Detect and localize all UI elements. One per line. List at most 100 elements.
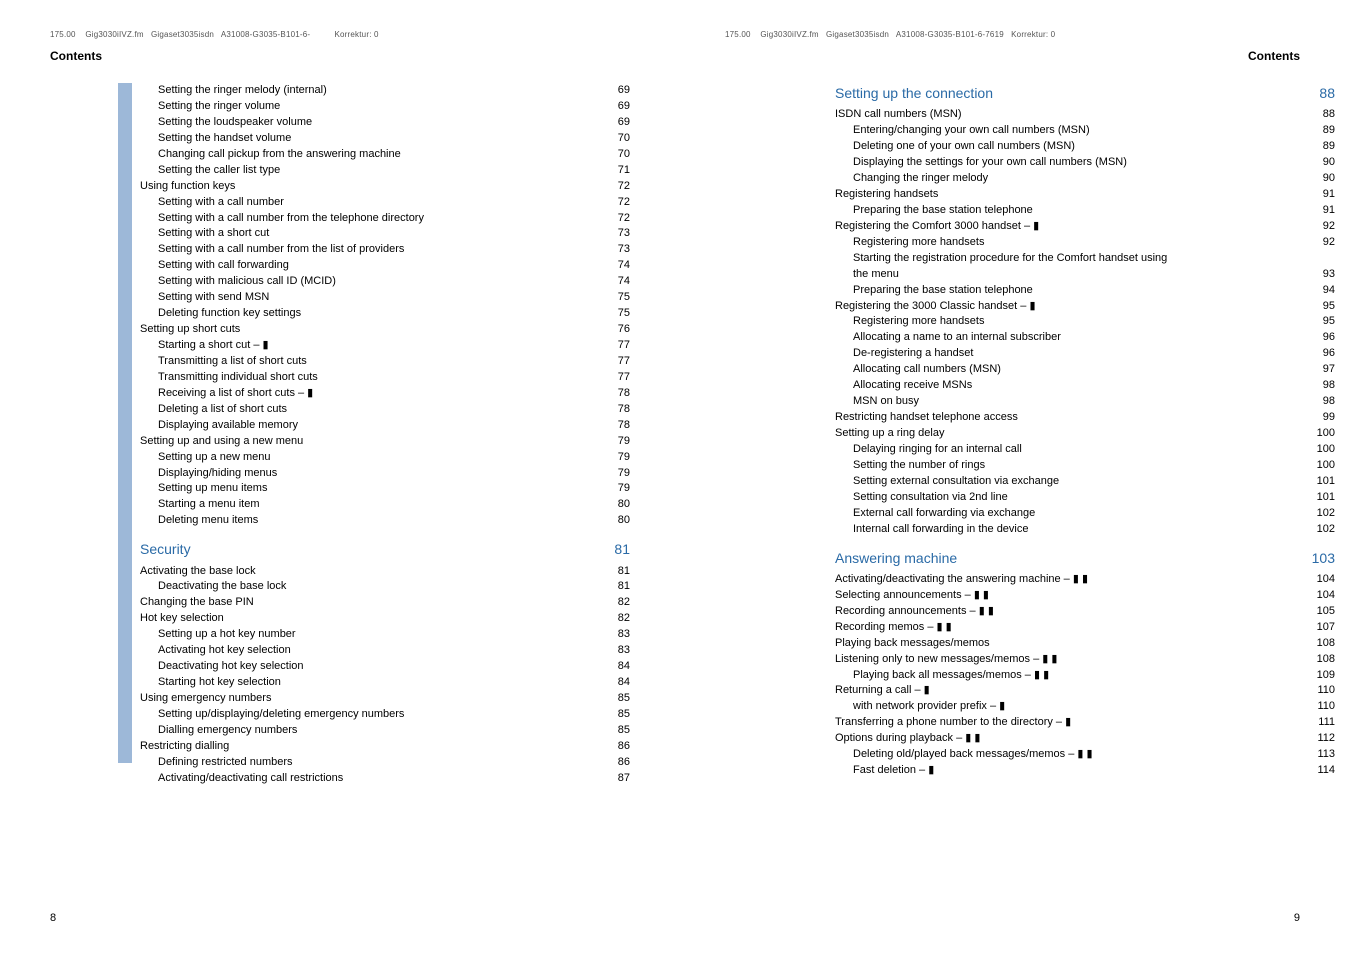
toc-page: 95 [1311, 314, 1335, 330]
toc-label: Deleting function key settings [158, 306, 301, 322]
toc-page: 94 [1311, 283, 1335, 299]
toc-entry: Activating/deactivating the answering ma… [835, 572, 1335, 588]
toc-label: Setting with a short cut [158, 226, 269, 242]
toc-page: 90 [1311, 171, 1335, 187]
toc-label: Setting with a call number [158, 195, 284, 211]
toc-label: Receiving a list of short cuts – ▮ [158, 386, 313, 402]
toc-page: 103 [1311, 548, 1335, 568]
toc-entry: Setting with send MSN75 [140, 290, 630, 306]
page-right: 175.00 Gig3030iIVZ.fm Gigaset3035isdn A3… [675, 0, 1350, 954]
toc-label: Preparing the base station telephone [853, 203, 1033, 219]
toc-label: Deactivating the base lock [158, 579, 286, 595]
toc-label: Starting the registration procedure for … [853, 251, 1167, 267]
toc-label: Displaying available memory [158, 418, 298, 434]
toc-page: 88 [1311, 107, 1335, 123]
toc-label: Setting with malicious call ID (MCID) [158, 274, 336, 290]
toc-page: 101 [1311, 490, 1335, 506]
toc-label: Defining restricted numbers [158, 755, 293, 771]
toc-entry: Using emergency numbers 85 [140, 691, 630, 707]
toc-label: Setting up and using a new menu [140, 434, 303, 450]
toc-label: De-registering a handset [853, 346, 973, 362]
toc-label: Internal call forwarding in the device [853, 522, 1028, 538]
toc-label: Setting up a hot key number [158, 627, 296, 643]
toc-page: 100 [1311, 426, 1335, 442]
toc-page: 71 [606, 163, 630, 179]
toc-page: 108 [1311, 652, 1335, 668]
toc-entry: Deleting old/played back messages/memos … [835, 747, 1335, 763]
toc-label: Setting the handset volume [158, 131, 291, 147]
toc-page: 74 [606, 258, 630, 274]
toc-page: 91 [1311, 203, 1335, 219]
toc-label: Starting a menu item [158, 497, 260, 513]
toc-page: 85 [606, 691, 630, 707]
toc-entry: Displaying available memory 78 [140, 418, 630, 434]
toc-label: Setting external consultation via exchan… [853, 474, 1059, 490]
toc-label: Fast deletion – ▮ [853, 763, 934, 779]
toc-section: Setting up the connection88 [835, 83, 1335, 103]
toc-label: Changing the ringer melody [853, 171, 988, 187]
toc-page: 79 [606, 434, 630, 450]
toc-page: 72 [606, 211, 630, 227]
toc-label: Using emergency numbers [140, 691, 271, 707]
toc-label: Registering more handsets [853, 314, 984, 330]
toc-entry: Setting the ringer volume69 [140, 99, 630, 115]
toc-label: MSN on busy [853, 394, 919, 410]
toc-page: 82 [606, 611, 630, 627]
toc-label: Activating hot key selection [158, 643, 291, 659]
toc-entry: Registering the Comfort 3000 handset – ▮… [835, 219, 1335, 235]
toc-page: 78 [606, 402, 630, 418]
toc-entry: Setting with a call number from the tele… [140, 211, 630, 227]
toc-entry: Deactivating hot key selection84 [140, 659, 630, 675]
toc-page: 108 [1311, 636, 1335, 652]
toc-entry: ISDN call numbers (MSN) 88 [835, 107, 1335, 123]
toc-label: Options during playback – ▮ ▮ [835, 731, 980, 747]
toc-label: Answering machine [835, 548, 957, 568]
toc-page: 77 [606, 338, 630, 354]
toc-page: 75 [606, 306, 630, 322]
toc-label: Delaying ringing for an internal call [853, 442, 1022, 458]
toc-entry: Using function keys72 [140, 179, 630, 195]
toc-entry: Setting up a ring delay 100 [835, 426, 1335, 442]
toc-label: Preparing the base station telephone [853, 283, 1033, 299]
contents-label-right: Contents [725, 49, 1300, 63]
page-number-right: 9 [1294, 912, 1300, 924]
toc-entry: Registering handsets 91 [835, 187, 1335, 203]
toc-entry: Restricting dialling86 [140, 739, 630, 755]
toc-label: Hot key selection [140, 611, 224, 627]
toc-page: 114 [1311, 763, 1335, 779]
toc-label: ISDN call numbers (MSN) [835, 107, 962, 123]
toc-entry: Playing back all messages/memos – ▮ ▮109 [835, 668, 1335, 684]
toc-entry: Setting up and using a new menu 79 [140, 434, 630, 450]
toc-page: 91 [1311, 187, 1335, 203]
toc-page: 110 [1311, 699, 1335, 715]
toc-entry: Starting the registration procedure for … [835, 251, 1335, 267]
toc-label: Returning a call – ▮ [835, 683, 930, 699]
toc-entry: Internal call forwarding in the device10… [835, 522, 1335, 538]
toc-entry: De-registering a handset96 [835, 346, 1335, 362]
toc-entry: Displaying the settings for your own cal… [835, 155, 1335, 171]
toc-page: 86 [606, 739, 630, 755]
toc-page: 78 [606, 418, 630, 434]
toc-page: 109 [1311, 668, 1335, 684]
toc-label: Registering handsets [835, 187, 938, 203]
toc-page: 76 [606, 322, 630, 338]
toc-entry: Setting with a short cut73 [140, 226, 630, 242]
toc-label: Deleting menu items [158, 513, 258, 529]
toc-entry: Setting up/displaying/deleting emergency… [140, 707, 630, 723]
toc-label: Registering the Comfort 3000 handset – ▮ [835, 219, 1039, 235]
toc-label: Setting up a ring delay [835, 426, 944, 442]
toc-page: 70 [606, 147, 630, 163]
toc-label: with network provider prefix – ▮ [853, 699, 1005, 715]
toc-entry: Deleting a list of short cuts78 [140, 402, 630, 418]
toc-entry: Setting with a call number from the list… [140, 242, 630, 258]
toc-label: Changing the base PIN [140, 595, 254, 611]
toc-entry: Setting the loudspeaker volume69 [140, 115, 630, 131]
toc-label: Allocating call numbers (MSN) [853, 362, 1001, 378]
toc-entry: Recording memos – ▮ ▮107 [835, 620, 1335, 636]
toc-label: Allocating a name to an internal subscri… [853, 330, 1061, 346]
toc-page: 89 [1311, 123, 1335, 139]
toc-page: 101 [1311, 474, 1335, 490]
toc-entry: Setting up a hot key number83 [140, 627, 630, 643]
toc-entry: Recording announcements – ▮ ▮105 [835, 604, 1335, 620]
toc-label: Setting up/displaying/deleting emergency… [158, 707, 404, 723]
